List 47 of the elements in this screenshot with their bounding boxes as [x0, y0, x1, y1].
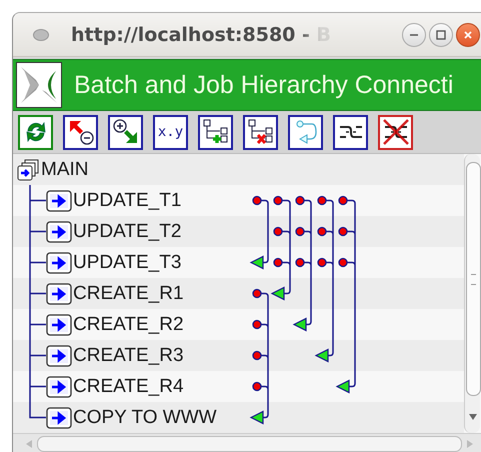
job-icon — [46, 376, 72, 398]
up-minus-button[interactable] — [63, 114, 98, 150]
tree-delete-icon — [246, 118, 274, 146]
tree-item[interactable]: CREATE_R2 — [73, 314, 184, 336]
tree-connector — [29, 278, 46, 309]
tree-item[interactable]: MAIN — [41, 158, 88, 180]
job-icon — [46, 314, 72, 336]
refresh-button[interactable] — [18, 114, 53, 150]
tree-add-icon — [202, 118, 230, 146]
tree-item[interactable]: CREATE_R3 — [73, 344, 184, 366]
header-title: Batch and Job Hierarchy Connecti — [74, 70, 454, 100]
format-button[interactable]: x.y — [153, 114, 188, 150]
delete-node-button[interactable] — [243, 114, 278, 150]
close-icon — [462, 28, 474, 40]
job-icon — [46, 252, 72, 274]
stack-icon — [17, 158, 41, 180]
scroll-thumb[interactable] — [466, 162, 481, 396]
scroll-thumb[interactable] — [37, 436, 462, 452]
tree-connector — [29, 309, 46, 340]
delete-link-button[interactable] — [378, 114, 413, 150]
tree-item[interactable]: CREATE_R1 — [73, 282, 184, 304]
tree-item[interactable]: UPDATE_T1 — [73, 190, 182, 212]
close-button[interactable] — [456, 22, 480, 46]
job-icon — [46, 220, 72, 242]
horizontal-scrollbar[interactable] — [13, 433, 481, 452]
job-icon — [46, 190, 72, 212]
loop-button[interactable] — [288, 114, 323, 150]
vertical-scrollbar[interactable] — [464, 154, 480, 433]
plus-arrow-icon — [112, 118, 140, 146]
job-icon — [46, 282, 72, 304]
tree-item[interactable]: CREATE_R4 — [73, 376, 184, 398]
tree-item[interactable]: UPDATE_T3 — [73, 252, 182, 274]
scroll-down-icon[interactable] — [468, 413, 478, 421]
logo-icon — [16, 62, 62, 108]
add-node-button[interactable] — [198, 114, 233, 150]
tree-connector — [29, 216, 46, 247]
maximize-icon — [435, 28, 447, 40]
tree-connector — [29, 185, 46, 216]
tree-item[interactable]: UPDATE_T2 — [73, 220, 182, 242]
tree-connector — [29, 340, 46, 371]
crossed-link-icon — [382, 118, 410, 146]
maximize-button[interactable] — [429, 22, 453, 46]
job-icon — [46, 406, 72, 428]
plus-down-button[interactable] — [108, 114, 143, 150]
job-icon — [46, 344, 72, 366]
link-button[interactable] — [333, 114, 368, 150]
tree-connector — [29, 247, 46, 278]
